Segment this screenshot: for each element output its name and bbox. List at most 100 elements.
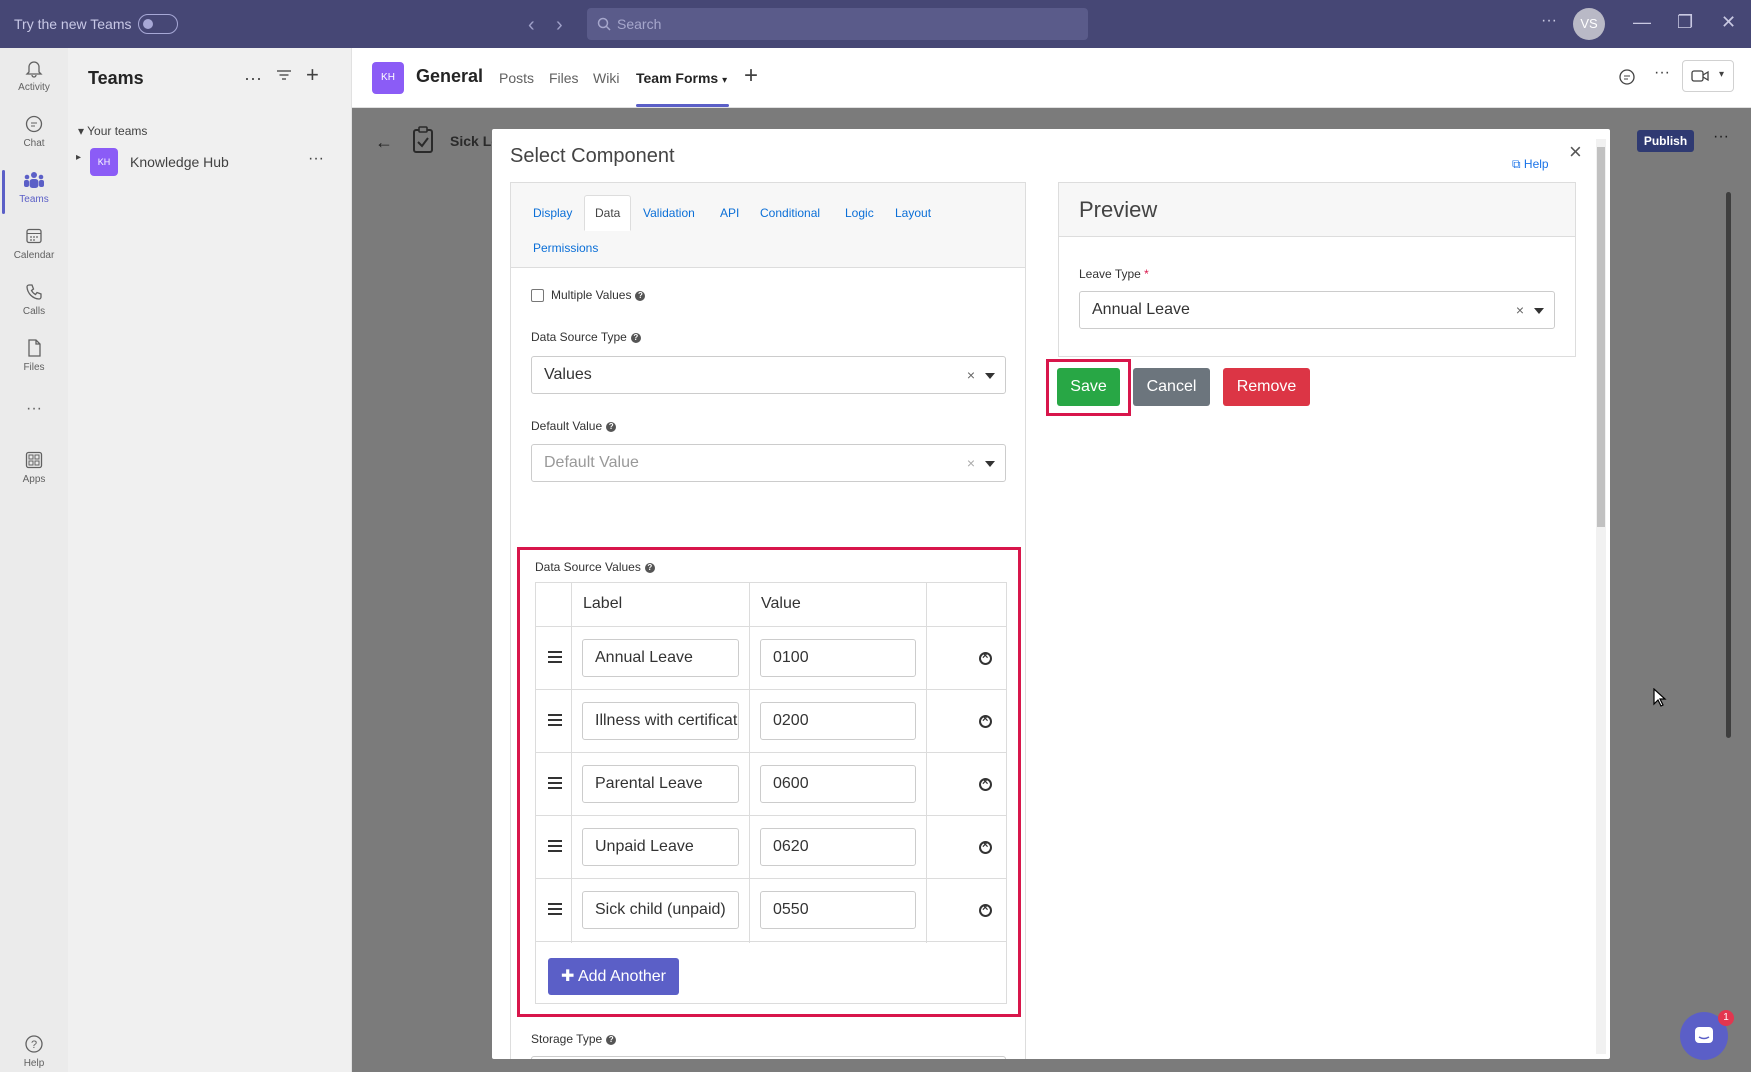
row-label-input[interactable]: Parental Leave bbox=[582, 765, 739, 803]
minimize-icon[interactable]: — bbox=[1633, 12, 1651, 33]
leave-type-select[interactable]: Annual Leave × bbox=[1079, 291, 1555, 329]
your-teams-section[interactable]: ▾ Your teams bbox=[78, 124, 147, 138]
remove-row-icon[interactable] bbox=[979, 713, 992, 728]
chevron-down-icon: ▾ bbox=[722, 75, 728, 86]
conversation-icon[interactable] bbox=[1618, 68, 1636, 86]
table-row: Parental Leave 0600 bbox=[536, 753, 1006, 816]
question-icon[interactable]: ? bbox=[606, 421, 617, 432]
try-new-teams-toggle[interactable] bbox=[138, 14, 178, 34]
clear-icon[interactable]: × bbox=[1516, 302, 1524, 318]
data-source-values-highlight: Data Source Values? Label Value Annual L… bbox=[517, 547, 1021, 1017]
tab-api[interactable]: API bbox=[720, 206, 739, 220]
rail-teams[interactable]: Teams bbox=[0, 170, 68, 214]
team-name: Knowledge Hub bbox=[130, 154, 229, 170]
remove-row-icon[interactable] bbox=[979, 839, 992, 854]
back-arrow-icon[interactable]: ‹ bbox=[528, 14, 535, 37]
drag-handle-icon[interactable] bbox=[548, 840, 562, 855]
close-window-icon[interactable]: ✕ bbox=[1721, 12, 1736, 33]
column-header-label: Label bbox=[583, 595, 623, 612]
row-label-input[interactable]: Unpaid Leave bbox=[582, 828, 739, 866]
row-label-input[interactable]: Annual Leave bbox=[582, 639, 739, 677]
rail-calendar[interactable]: Calendar bbox=[0, 226, 68, 261]
help-link[interactable]: ⧉ Help bbox=[1512, 157, 1549, 172]
row-value-input[interactable]: 0620 bbox=[760, 828, 916, 866]
publish-button[interactable]: Publish bbox=[1637, 130, 1694, 152]
drag-handle-icon[interactable] bbox=[548, 714, 562, 729]
row-value-input[interactable]: 0550 bbox=[760, 891, 916, 929]
title-bar: Try the new Teams ‹ › Search ··· VS — ❐ … bbox=[0, 0, 1751, 48]
storage-type-select[interactable] bbox=[531, 1056, 1006, 1059]
page-scrollbar[interactable] bbox=[1726, 192, 1731, 738]
more-options-icon[interactable]: ··· bbox=[1541, 12, 1557, 30]
remove-row-icon[interactable] bbox=[979, 650, 992, 665]
tab-logic[interactable]: Logic bbox=[845, 206, 874, 220]
question-icon[interactable]: ? bbox=[635, 290, 646, 301]
calendar-icon bbox=[26, 228, 42, 244]
add-team-icon[interactable]: + bbox=[306, 62, 319, 88]
clipboard-icon bbox=[412, 126, 434, 154]
clear-icon[interactable]: × bbox=[967, 455, 975, 471]
row-value-input[interactable]: 0600 bbox=[760, 765, 916, 803]
caret-down-icon bbox=[1534, 308, 1544, 314]
cancel-button[interactable]: Cancel bbox=[1133, 368, 1210, 406]
meet-now-button[interactable]: ▾ bbox=[1682, 60, 1734, 92]
tab-permissions[interactable]: Permissions bbox=[533, 241, 598, 255]
restore-icon[interactable]: ❐ bbox=[1677, 12, 1693, 33]
remove-button[interactable]: Remove bbox=[1223, 368, 1310, 406]
tab-team-forms[interactable]: Team Forms ▾ bbox=[636, 70, 727, 86]
remove-row-icon[interactable] bbox=[979, 776, 992, 791]
notification-badge: 1 bbox=[1718, 1010, 1734, 1026]
clear-icon[interactable]: × bbox=[967, 367, 975, 383]
tab-layout[interactable]: Layout bbox=[895, 206, 931, 220]
tab-posts[interactable]: Posts bbox=[499, 70, 534, 86]
external-link-icon: ⧉ bbox=[1512, 157, 1521, 171]
row-value-input[interactable]: 0200 bbox=[760, 702, 916, 740]
tab-files[interactable]: Files bbox=[549, 70, 579, 86]
form-more-icon[interactable]: ··· bbox=[1713, 128, 1729, 146]
drag-handle-icon[interactable] bbox=[548, 903, 562, 918]
rail-more-icon[interactable]: ··· bbox=[0, 400, 68, 418]
default-value-select[interactable]: Default Value × bbox=[531, 444, 1006, 482]
row-value-input[interactable]: 0100 bbox=[760, 639, 916, 677]
tab-display[interactable]: Display bbox=[533, 206, 572, 220]
tab-wiki[interactable]: Wiki bbox=[593, 70, 619, 86]
more-options-icon[interactable]: ··· bbox=[244, 68, 262, 89]
question-icon[interactable]: ? bbox=[630, 332, 641, 343]
plus-icon: ✚ bbox=[560, 968, 575, 985]
search-input[interactable]: Search bbox=[587, 8, 1088, 40]
close-icon[interactable]: × bbox=[1569, 139, 1582, 165]
team-item-knowledge-hub[interactable]: ▸ KH Knowledge Hub ··· bbox=[76, 146, 338, 178]
forward-arrow-icon[interactable]: › bbox=[556, 14, 563, 37]
rail-activity[interactable]: Activity bbox=[0, 58, 68, 93]
rail-files[interactable]: Files bbox=[0, 338, 68, 373]
question-icon[interactable]: ? bbox=[606, 1034, 617, 1045]
data-source-type-select[interactable]: Values × bbox=[531, 356, 1006, 394]
rail-help[interactable]: ? Help bbox=[0, 1034, 68, 1069]
rail-chat[interactable]: Chat bbox=[0, 114, 68, 149]
multiple-values-label: Multiple Values? bbox=[551, 288, 646, 302]
search-placeholder: Search bbox=[617, 16, 662, 32]
drag-handle-icon[interactable] bbox=[548, 651, 562, 666]
question-icon[interactable]: ? bbox=[644, 562, 655, 573]
drag-handle-icon[interactable] bbox=[548, 777, 562, 792]
filter-icon[interactable] bbox=[276, 68, 292, 82]
data-source-type-text: Data Source Type bbox=[531, 330, 627, 344]
row-label-input[interactable]: Illness with certificate bbox=[582, 702, 739, 740]
rail-files-label: Files bbox=[23, 362, 45, 373]
channel-more-icon[interactable]: ··· bbox=[1654, 64, 1670, 82]
back-arrow-icon[interactable]: ← bbox=[375, 132, 393, 153]
rail-calls[interactable]: Calls bbox=[0, 282, 68, 317]
tab-validation[interactable]: Validation bbox=[643, 206, 695, 220]
team-more-icon[interactable]: ··· bbox=[308, 150, 324, 168]
save-button[interactable]: Save bbox=[1057, 368, 1120, 406]
tab-conditional[interactable]: Conditional bbox=[760, 206, 820, 220]
add-tab-icon[interactable]: + bbox=[744, 62, 758, 90]
modal-scrollbar[interactable] bbox=[1596, 139, 1606, 1054]
multiple-values-checkbox[interactable] bbox=[531, 289, 544, 302]
row-label-input[interactable]: Sick child (unpaid) bbox=[582, 891, 739, 929]
rail-apps[interactable]: Apps bbox=[0, 450, 68, 485]
tab-data[interactable]: Data bbox=[584, 195, 632, 231]
add-another-button[interactable]: ✚ Add Another bbox=[548, 958, 679, 995]
remove-row-icon[interactable] bbox=[979, 902, 992, 917]
avatar[interactable]: VS bbox=[1573, 8, 1605, 40]
